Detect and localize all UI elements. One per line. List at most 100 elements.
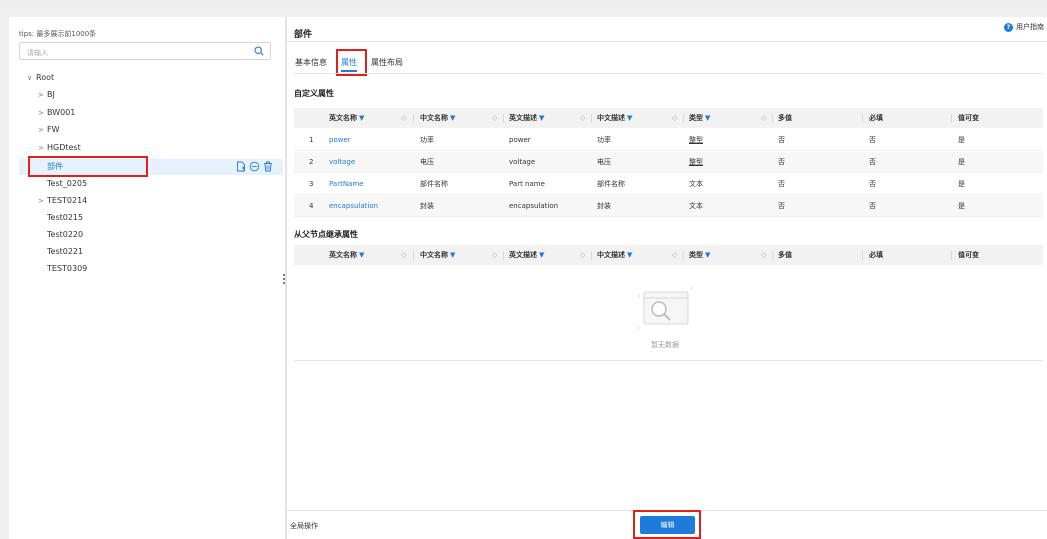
col-en-name[interactable]: 英文名称 ▼ bbox=[329, 108, 364, 128]
column-divider bbox=[862, 251, 863, 260]
tree-node-test0215[interactable]: Test0215 bbox=[47, 211, 83, 224]
cn-name-cell: 电压 bbox=[420, 158, 434, 166]
filter-icon[interactable]: ▼ bbox=[359, 251, 364, 259]
inherited-attributes-title: 从父节点继承属性 bbox=[294, 230, 358, 239]
chevron-right-icon[interactable]: > bbox=[38, 89, 47, 102]
col-cn-desc[interactable]: 中文描述 ▼ bbox=[597, 108, 632, 128]
filter-icon[interactable]: ▼ bbox=[705, 114, 710, 122]
search-icon[interactable] bbox=[254, 46, 264, 58]
sort-icon[interactable]: ◇ bbox=[492, 114, 497, 122]
custom-attributes-title: 自定义属性 bbox=[294, 89, 334, 98]
inherited-table-header: 英文名称 ▼ ◇ 中文名称 ▼ ◇ 英文描述 ▼ ◇ 中文描述 ▼ ◇ 类型 ▼ ◇ 多值… bbox=[294, 245, 1043, 265]
col-cn-name[interactable]: 中文名称 ▼ bbox=[420, 108, 455, 128]
filter-icon[interactable]: ▼ bbox=[627, 251, 632, 259]
col-cn-desc[interactable]: 中文描述 ▼ bbox=[597, 245, 632, 265]
col-multi: 多值 bbox=[778, 114, 792, 122]
chevron-right-icon[interactable]: > bbox=[38, 195, 47, 208]
filter-icon[interactable]: ▼ bbox=[359, 114, 364, 122]
tree-node-test-0205[interactable]: Test_0205 bbox=[47, 177, 87, 190]
tree-node-hgdtest[interactable]: > HGDtest bbox=[38, 141, 81, 154]
sort-icon[interactable]: ◇ bbox=[580, 251, 585, 259]
tree-node-label: TEST0309 bbox=[47, 264, 88, 273]
tab-attribute-layout[interactable]: 属性布局 bbox=[371, 57, 403, 68]
tree-node-test0309[interactable]: TEST0309 bbox=[47, 262, 87, 275]
cn-name-cell: 部件名称 bbox=[420, 180, 448, 188]
row-number: 2 bbox=[309, 158, 314, 166]
cn-name-cell: 封装 bbox=[420, 202, 434, 210]
tree-node-label: HGDtest bbox=[47, 143, 81, 152]
type-cell: 文本 bbox=[689, 180, 703, 188]
sort-icon[interactable]: ◇ bbox=[672, 251, 677, 259]
en-name-link[interactable]: power bbox=[329, 130, 351, 151]
tree-node-bw001[interactable]: > BW001 bbox=[38, 106, 75, 119]
drag-handle-icon[interactable] bbox=[282, 274, 286, 286]
table-row: 4 encapsulation 封装 encapsulation 封装 文本 否… bbox=[294, 196, 1043, 217]
column-divider bbox=[951, 251, 952, 260]
trash-icon[interactable] bbox=[263, 161, 273, 174]
en-name-link[interactable]: voltage bbox=[329, 152, 355, 173]
sort-icon[interactable]: ◇ bbox=[492, 251, 497, 259]
col-en-desc[interactable]: 英文描述 ▼ bbox=[509, 245, 544, 265]
tree-node-label: BW001 bbox=[47, 108, 76, 117]
page-title: 部件 bbox=[294, 30, 313, 40]
chevron-down-icon[interactable]: ∨ bbox=[27, 72, 36, 85]
filter-icon[interactable]: ▼ bbox=[450, 251, 455, 259]
sort-icon[interactable]: ◇ bbox=[401, 251, 406, 259]
highlight-box-tree-node bbox=[28, 156, 148, 177]
sort-icon[interactable]: ◇ bbox=[401, 114, 406, 122]
filter-icon[interactable]: ▼ bbox=[450, 114, 455, 122]
chevron-right-icon[interactable]: > bbox=[38, 142, 47, 155]
highlight-box-edit bbox=[633, 510, 701, 539]
tree-node-root[interactable]: ∨ Root bbox=[27, 71, 54, 84]
cn-name-cell: 功率 bbox=[420, 136, 434, 144]
col-type[interactable]: 类型 ▼ bbox=[689, 245, 710, 265]
multi-cell: 否 bbox=[778, 180, 785, 188]
col-cn-name[interactable]: 中文名称 ▼ bbox=[420, 245, 455, 265]
tree-node-bj[interactable]: > BJ bbox=[38, 88, 55, 101]
tabs-divider bbox=[294, 73, 1043, 74]
col-en-desc[interactable]: 英文描述 ▼ bbox=[509, 108, 544, 128]
tips-text: tips: 最多展示前1000条 bbox=[19, 30, 97, 38]
sort-icon[interactable]: ◇ bbox=[761, 114, 766, 122]
sort-icon[interactable]: ◇ bbox=[761, 251, 766, 259]
column-divider bbox=[772, 114, 773, 123]
sort-icon[interactable]: ◇ bbox=[672, 114, 677, 122]
table-row: 1 power 功率 power 功率 整型 否 否 是 bbox=[294, 130, 1043, 151]
tree-node-test0221[interactable]: Test0221 bbox=[47, 245, 83, 258]
col-mutable: 值可变 bbox=[958, 114, 979, 122]
filter-icon[interactable]: ▼ bbox=[705, 251, 710, 259]
tree-search-input[interactable]: 请输入 bbox=[19, 42, 271, 60]
column-divider bbox=[413, 251, 414, 260]
tree-node-test0220[interactable]: Test0220 bbox=[47, 228, 83, 241]
remove-circle-icon[interactable] bbox=[249, 161, 260, 174]
user-guide-link[interactable]: ? 用户指南 bbox=[1004, 22, 1044, 32]
type-cell: 文本 bbox=[689, 202, 703, 210]
cn-desc-cell: 功率 bbox=[597, 136, 611, 144]
filter-icon[interactable]: ▼ bbox=[539, 114, 544, 122]
tree-node-fw[interactable]: > FW bbox=[38, 123, 60, 136]
required-cell: 否 bbox=[869, 158, 876, 166]
en-name-link[interactable]: PartName bbox=[329, 174, 363, 195]
chevron-right-icon[interactable]: > bbox=[38, 124, 47, 137]
chevron-right-icon[interactable]: > bbox=[38, 107, 47, 120]
mutable-cell: 是 bbox=[958, 202, 965, 210]
mutable-cell: 是 bbox=[958, 158, 965, 166]
en-name-link[interactable]: encapsulation bbox=[329, 196, 378, 217]
mutable-cell: 是 bbox=[958, 180, 965, 188]
top-bar bbox=[0, 0, 1047, 9]
filter-icon[interactable]: ▼ bbox=[627, 114, 632, 122]
highlight-box-tab bbox=[336, 49, 367, 76]
col-mutable: 值可变 bbox=[958, 251, 979, 259]
filter-icon[interactable]: ▼ bbox=[539, 251, 544, 259]
col-type[interactable]: 类型 ▼ bbox=[689, 108, 710, 128]
tab-basic-info[interactable]: 基本信息 bbox=[295, 57, 327, 68]
required-cell: 否 bbox=[869, 136, 876, 144]
type-cell: 整型 bbox=[689, 136, 703, 144]
sort-icon[interactable]: ◇ bbox=[580, 114, 585, 122]
column-divider bbox=[503, 251, 504, 260]
column-divider bbox=[503, 114, 504, 123]
tree-node-label: BJ bbox=[47, 90, 55, 99]
col-en-name[interactable]: 英文名称 ▼ bbox=[329, 245, 364, 265]
add-file-icon[interactable] bbox=[236, 161, 246, 174]
tree-node-test0214[interactable]: > TEST0214 bbox=[38, 194, 87, 207]
